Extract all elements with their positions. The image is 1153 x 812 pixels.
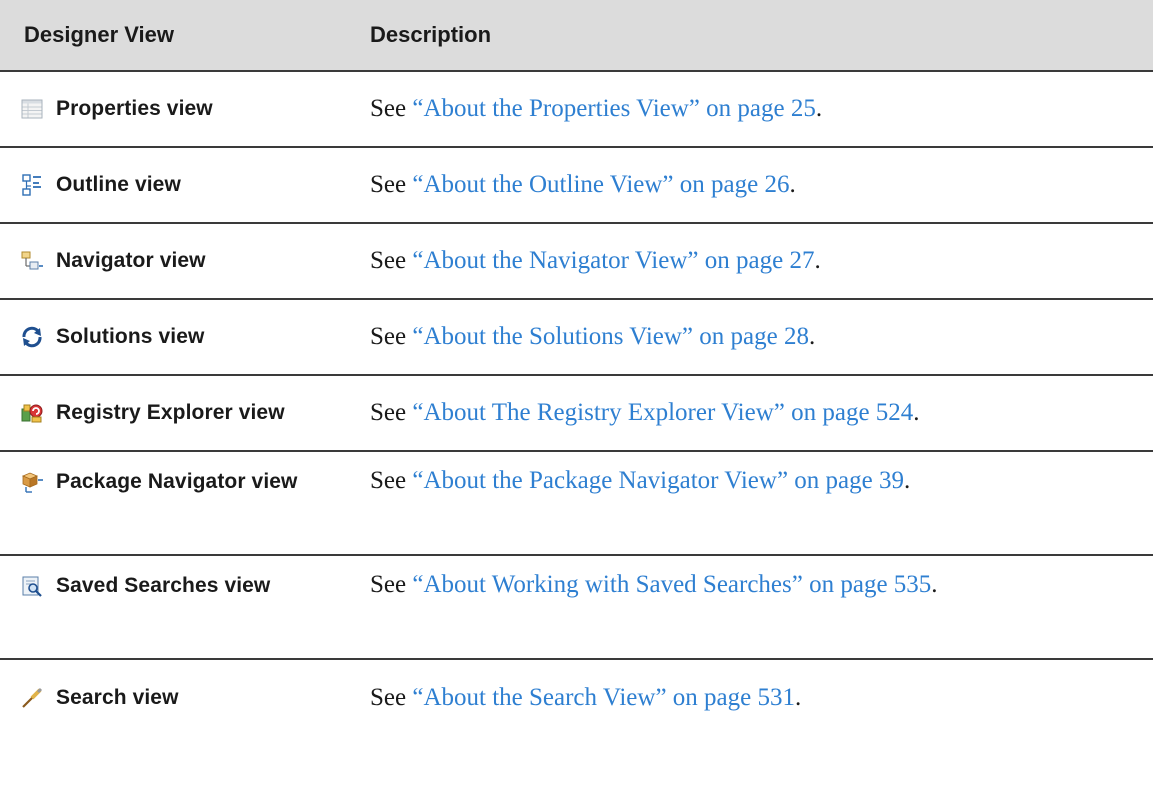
view-name-navigator: Navigator view bbox=[56, 249, 206, 272]
see-text: See bbox=[370, 684, 407, 711]
view-name-solutions: Solutions view bbox=[56, 325, 205, 348]
link-about-working-with-saved-searches[interactable]: “About Working with Saved Searches” on p… bbox=[412, 571, 931, 598]
description-cell: See “About the Search View” on page 531. bbox=[368, 681, 801, 715]
navigator-icon bbox=[20, 249, 44, 273]
header-cell-description: Description bbox=[368, 22, 491, 48]
period: . bbox=[795, 684, 802, 711]
see-text: See bbox=[370, 247, 407, 274]
table-row: Saved Searches view See “About Working w… bbox=[0, 556, 1153, 660]
view-name-saved-searches: Saved Searches view bbox=[56, 574, 271, 597]
link-about-properties-view[interactable]: “About the Properties View” on page 25 bbox=[412, 95, 816, 122]
view-name-cell: Outline view bbox=[0, 173, 368, 197]
header-cell-designer-view: Designer View bbox=[0, 22, 368, 48]
period: . bbox=[789, 171, 796, 198]
link-about-solutions-view[interactable]: “About the Solutions View” on page 28 bbox=[412, 323, 809, 350]
header-label-description: Description bbox=[370, 22, 492, 47]
view-name-search: Search view bbox=[56, 686, 179, 709]
view-name-cell: Navigator view bbox=[0, 249, 368, 273]
description-cell: See “About the Navigator View” on page 2… bbox=[368, 244, 821, 278]
period: . bbox=[815, 95, 823, 122]
view-name-package-navigator: Package Navigator view bbox=[56, 470, 298, 493]
period: . bbox=[931, 571, 938, 598]
table-header: Designer View Description bbox=[0, 0, 1153, 72]
view-name-cell: Search view bbox=[0, 686, 368, 710]
table-row: Navigator view See “About the Navigator … bbox=[0, 224, 1153, 300]
description-cell: See “About the Outline View” on page 26. bbox=[368, 168, 796, 202]
description-cell: See “About the Package Navigator View” o… bbox=[368, 452, 910, 498]
description-cell: See “About The Registry Explorer View” o… bbox=[368, 396, 920, 430]
see-text: See bbox=[370, 323, 407, 350]
search-icon bbox=[20, 686, 44, 710]
view-name-cell: Properties view bbox=[0, 97, 368, 121]
view-name-outline: Outline view bbox=[56, 173, 181, 196]
header-label-designer-view: Designer View bbox=[24, 22, 174, 47]
see-text: See bbox=[370, 95, 407, 122]
solutions-icon bbox=[20, 325, 44, 349]
see-text: See bbox=[370, 571, 407, 598]
see-text: See bbox=[370, 467, 407, 494]
view-name-properties: Properties view bbox=[56, 97, 213, 120]
view-name-registry-explorer: Registry Explorer view bbox=[56, 401, 285, 424]
table-row: Outline view See “About the Outline View… bbox=[0, 148, 1153, 224]
table-row: Package Navigator view See “About the Pa… bbox=[0, 452, 1153, 556]
period: . bbox=[913, 399, 920, 426]
link-about-package-navigator-view[interactable]: “About the Package Navigator View” on pa… bbox=[412, 467, 904, 494]
description-cell: See “About the Properties View” on page … bbox=[368, 92, 822, 126]
table-row: Registry Explorer view See “About The Re… bbox=[0, 376, 1153, 452]
view-name-cell: Registry Explorer view bbox=[0, 401, 368, 425]
package-navigator-icon bbox=[20, 470, 44, 494]
period: . bbox=[808, 323, 816, 350]
link-about-outline-view[interactable]: “About the Outline View” on page 26 bbox=[412, 171, 789, 198]
description-cell: See “About Working with Saved Searches” … bbox=[368, 556, 938, 602]
view-name-cell: Saved Searches view bbox=[0, 556, 368, 598]
view-name-cell: Package Navigator view bbox=[0, 452, 368, 494]
description-cell: See “About the Solutions View” on page 2… bbox=[368, 320, 815, 354]
period: . bbox=[814, 247, 821, 274]
link-about-navigator-view[interactable]: “About the Navigator View” on page 27 bbox=[412, 247, 814, 274]
table-row: Solutions view See “About the Solutions … bbox=[0, 300, 1153, 376]
period: . bbox=[904, 467, 911, 494]
designer-views-table: Designer View Description Properties vie… bbox=[0, 0, 1153, 736]
link-about-search-view[interactable]: “About the Search View” on page 531 bbox=[412, 684, 795, 711]
registry-explorer-icon bbox=[20, 401, 44, 425]
table-row: Search view See “About the Search View” … bbox=[0, 660, 1153, 736]
see-text: See bbox=[370, 399, 407, 426]
link-about-registry-explorer-view[interactable]: “About The Registry Explorer View” on pa… bbox=[412, 399, 913, 426]
properties-icon bbox=[20, 97, 44, 121]
view-name-cell: Solutions view bbox=[0, 325, 368, 349]
see-text: See bbox=[370, 171, 407, 198]
saved-searches-icon bbox=[20, 574, 44, 598]
table-row: Properties view See “About the Propertie… bbox=[0, 72, 1153, 148]
outline-icon bbox=[20, 173, 44, 197]
